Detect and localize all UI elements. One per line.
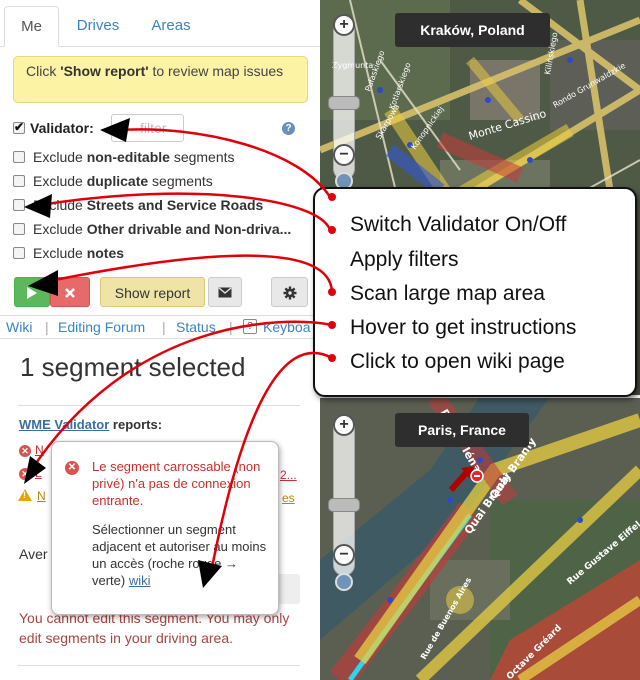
zoom-in-button[interactable]: + [333,414,355,436]
divider [18,405,300,406]
zoom-slider-handle[interactable] [328,96,360,110]
tab-drives[interactable]: Drives [64,6,132,47]
link-keyboard[interactable]: Keyboa [263,319,310,335]
option-bold: Streets and Service Roads [86,197,264,213]
tooltip-wiki-link[interactable]: wiki [129,573,151,588]
callout-line-wiki: Click to open wiki page [350,350,565,373]
zoom-slider-handle[interactable] [328,498,360,512]
note-prefix: Click [26,63,61,79]
report-item[interactable]: N [35,443,44,457]
option-bold: duplicate [86,173,149,189]
report-item-tail[interactable]: es [282,491,295,505]
map-label-paris: Paris, France [395,413,529,447]
note-suffix: to review map issues [148,63,284,79]
option-bold: Other drivable and Non-driva... [86,221,292,237]
report-item-tail[interactable]: 2... [280,468,297,482]
stop-icon [65,288,75,298]
callout-line-hover: Hover to get instructions [350,316,577,339]
link-separator: | [229,319,233,335]
error-icon: ✕ [65,461,79,475]
selection-title: 1 segment selected [20,352,246,382]
report-item[interactable]: N [37,489,46,503]
keyboard-help-icon: ? [243,319,257,334]
callout-line-switch: Switch Validator On/Off [350,213,567,236]
play-icon [27,287,37,299]
average-speed-label: Aver [19,546,48,562]
gear-icon [283,286,296,300]
option-pre: Exclude [33,221,87,237]
option-checkbox[interactable] [13,151,25,163]
option-checkbox[interactable] [13,223,25,235]
option-pre: Exclude [33,245,87,261]
play-button[interactable] [14,277,50,307]
error-icon: ✕ [19,445,31,457]
divider [18,665,300,666]
error-icon: ✕ [19,468,31,480]
tab-me[interactable]: Me [4,6,59,47]
tooltip-instructions: Sélectionner un segment adjacent et auto… [92,522,267,588]
note-bold: 'Show report' [60,63,149,79]
tooltip-title: Le segment carrossable (non privé) n'a p… [92,459,261,508]
wme-validator-link[interactable]: WME Validator [19,417,109,432]
settings-button[interactable] [271,277,308,307]
option-pre: Exclude [33,149,87,165]
option-pre: Exclude [33,173,87,189]
callout-line-filters: Apply filters [350,248,459,271]
option-checkbox[interactable] [13,247,25,259]
issue-marker-icon[interactable] [447,462,487,494]
issue-tooltip: ✕ Le segment carrossable (non privé) n'a… [51,441,279,615]
validator-sidebar: Me Drives Areas Click 'Show report' to r… [0,0,320,680]
zoom-position-indicator [335,573,353,591]
callout-line-scan: Scan large map area [350,282,545,305]
show-report-note: Click 'Show report' to review map issues [13,56,308,103]
link-status[interactable]: Status [176,319,216,335]
zoom-out-button[interactable]: − [333,144,355,166]
validator-label: Validator: [30,120,94,136]
zoom-in-button[interactable]: + [333,14,355,36]
option-bold: notes [86,245,125,261]
map-label-krakow: Kraków, Poland [395,13,550,47]
email-button[interactable] [208,277,242,307]
link-wiki[interactable]: Wiki [6,319,32,335]
tab-bar: Me Drives Areas [0,0,320,47]
warning-icon [18,489,32,501]
option-post: segments [169,149,235,165]
option-checkbox[interactable] [13,199,25,211]
reports-heading: WME Validator reports: [19,417,162,432]
zoom-out-button[interactable]: − [333,544,355,566]
link-separator: | [45,319,49,335]
option-checkbox[interactable] [13,175,25,187]
reports-suffix: reports: [109,417,163,432]
option-pre: Exclude [33,197,87,213]
validator-checkbox[interactable] [13,120,25,134]
instructions-callout: Switch Validator On/Off Apply filters Sc… [313,187,637,397]
link-editing-forum[interactable]: Editing Forum [58,319,145,335]
envelope-icon [218,287,232,298]
stop-button[interactable] [50,277,90,307]
option-post: segments [148,173,213,189]
help-links: Wiki | Editing Forum | Status | ? Keyboa [0,315,320,339]
question-circle-icon[interactable]: ? [282,122,295,135]
report-item[interactable]: L [35,466,42,480]
link-separator: | [162,319,166,335]
tooltip-body: Sélectionner un segment adjacent et auto… [92,521,272,589]
filter-input[interactable]: filter [111,114,184,142]
option-bold: non-editable [86,149,170,165]
tab-areas[interactable]: Areas [140,6,202,47]
show-report-button[interactable]: Show report [100,277,205,307]
